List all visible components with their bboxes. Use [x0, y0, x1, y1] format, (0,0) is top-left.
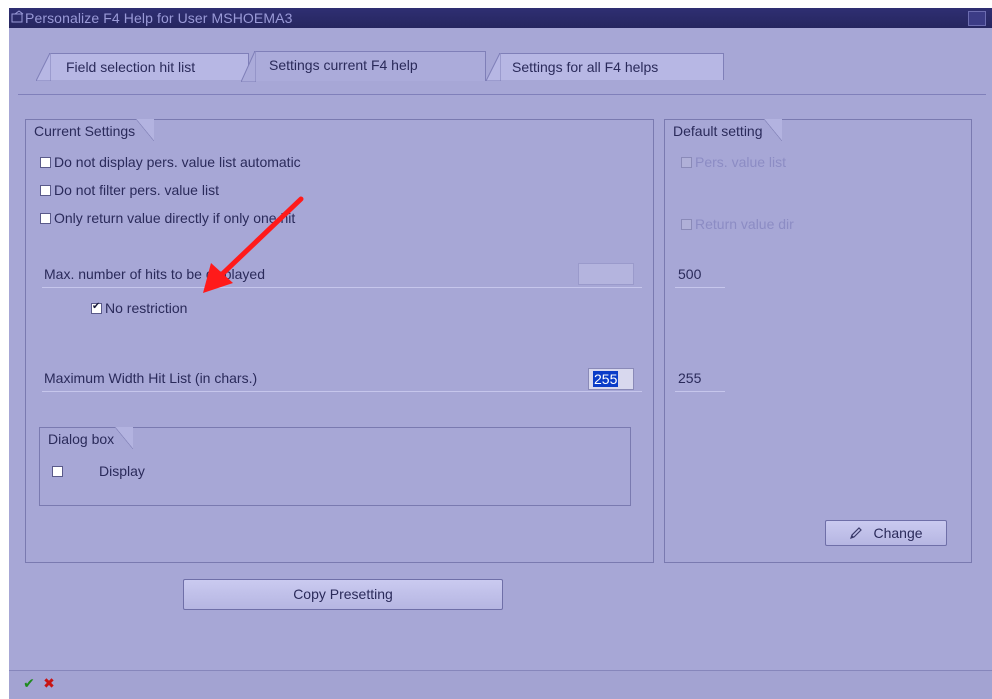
- max-width-row: Maximum Width Hit List (in chars.): [42, 368, 642, 392]
- max-hits-input[interactable]: [578, 263, 634, 285]
- checkbox-default-pers-value-list: Pers. value list: [681, 154, 786, 170]
- tab-label: Settings for all F4 helps: [512, 59, 659, 75]
- max-width-input[interactable]: 255: [588, 368, 634, 390]
- pencil-icon: [849, 523, 863, 547]
- checkbox-default-return-value-dir: Return value dir: [681, 216, 794, 232]
- tab-panel: Current Settings Do not display pers. va…: [18, 94, 986, 665]
- current-settings-group: Current Settings Do not display pers. va…: [25, 119, 654, 563]
- default-setting-group: Default setting Pers. value list Return …: [664, 119, 972, 563]
- checkbox-box: [681, 157, 692, 168]
- default-max-width-value: 255: [678, 370, 702, 386]
- copy-presetting-button[interactable]: Copy Presetting: [183, 579, 503, 610]
- max-hits-row: Max. number of hits to be displayed: [42, 264, 642, 288]
- change-button-label: Change: [873, 525, 923, 541]
- checkbox-box: [681, 219, 692, 230]
- max-width-value: 255: [593, 371, 619, 387]
- checkbox-label: Do not display pers. value list automati…: [54, 154, 301, 170]
- current-settings-title: Current Settings: [25, 119, 155, 142]
- checkbox-box[interactable]: [40, 185, 51, 196]
- window-menu-button[interactable]: [968, 11, 986, 26]
- checkbox-label: Return value dir: [695, 216, 794, 232]
- default-max-hits-value: 500: [678, 266, 702, 282]
- tab-label: Settings current F4 help: [269, 57, 418, 73]
- checkbox-box[interactable]: [91, 301, 102, 314]
- check-icon[interactable]: ✔: [21, 675, 37, 691]
- default-max-width-row: 255: [675, 368, 725, 392]
- default-setting-title: Default setting: [664, 119, 781, 142]
- dialog-box-title: Dialog box: [39, 427, 134, 450]
- status-bar: ✔ ✖: [9, 670, 992, 699]
- window-app-icon: [11, 10, 25, 24]
- change-button[interactable]: Change: [825, 520, 947, 546]
- tab-settings-for-all-f4-helps[interactable]: Settings for all F4 helps: [486, 53, 724, 81]
- checkbox-label: Pers. value list: [695, 154, 787, 170]
- checkbox-no-restriction[interactable]: No restriction: [91, 300, 187, 316]
- dialog-box-group: Dialog box Display: [39, 427, 631, 506]
- checkbox-box[interactable]: [40, 213, 51, 224]
- default-max-hits-row: 500: [675, 264, 725, 288]
- checkbox-label: No restriction: [105, 300, 188, 316]
- dialog-window: Personalize F4 Help for User MSHOEMA3 Fi…: [9, 8, 992, 698]
- tab-settings-current-f4-help[interactable]: Settings current F4 help: [241, 51, 486, 82]
- checkbox-dialog-display[interactable]: Display: [52, 463, 145, 479]
- cancel-x-icon[interactable]: ✖: [41, 675, 57, 691]
- annotation-arrow: [203, 196, 304, 293]
- checkbox-box[interactable]: [52, 466, 63, 477]
- title-bar: Personalize F4 Help for User MSHOEMA3: [9, 8, 992, 28]
- max-width-label: Maximum Width Hit List (in chars.): [44, 370, 258, 386]
- window-title: Personalize F4 Help for User MSHOEMA3: [25, 10, 293, 26]
- tab-field-selection-hit-list[interactable]: Field selection hit list: [36, 53, 249, 81]
- checkbox-label: Display: [99, 463, 145, 479]
- copy-presetting-label: Copy Presetting: [293, 586, 393, 602]
- checkbox-box[interactable]: [40, 157, 51, 168]
- tab-label: Field selection hit list: [66, 59, 196, 75]
- checkbox-no-display-pers-value-list[interactable]: Do not display pers. value list automati…: [40, 154, 301, 170]
